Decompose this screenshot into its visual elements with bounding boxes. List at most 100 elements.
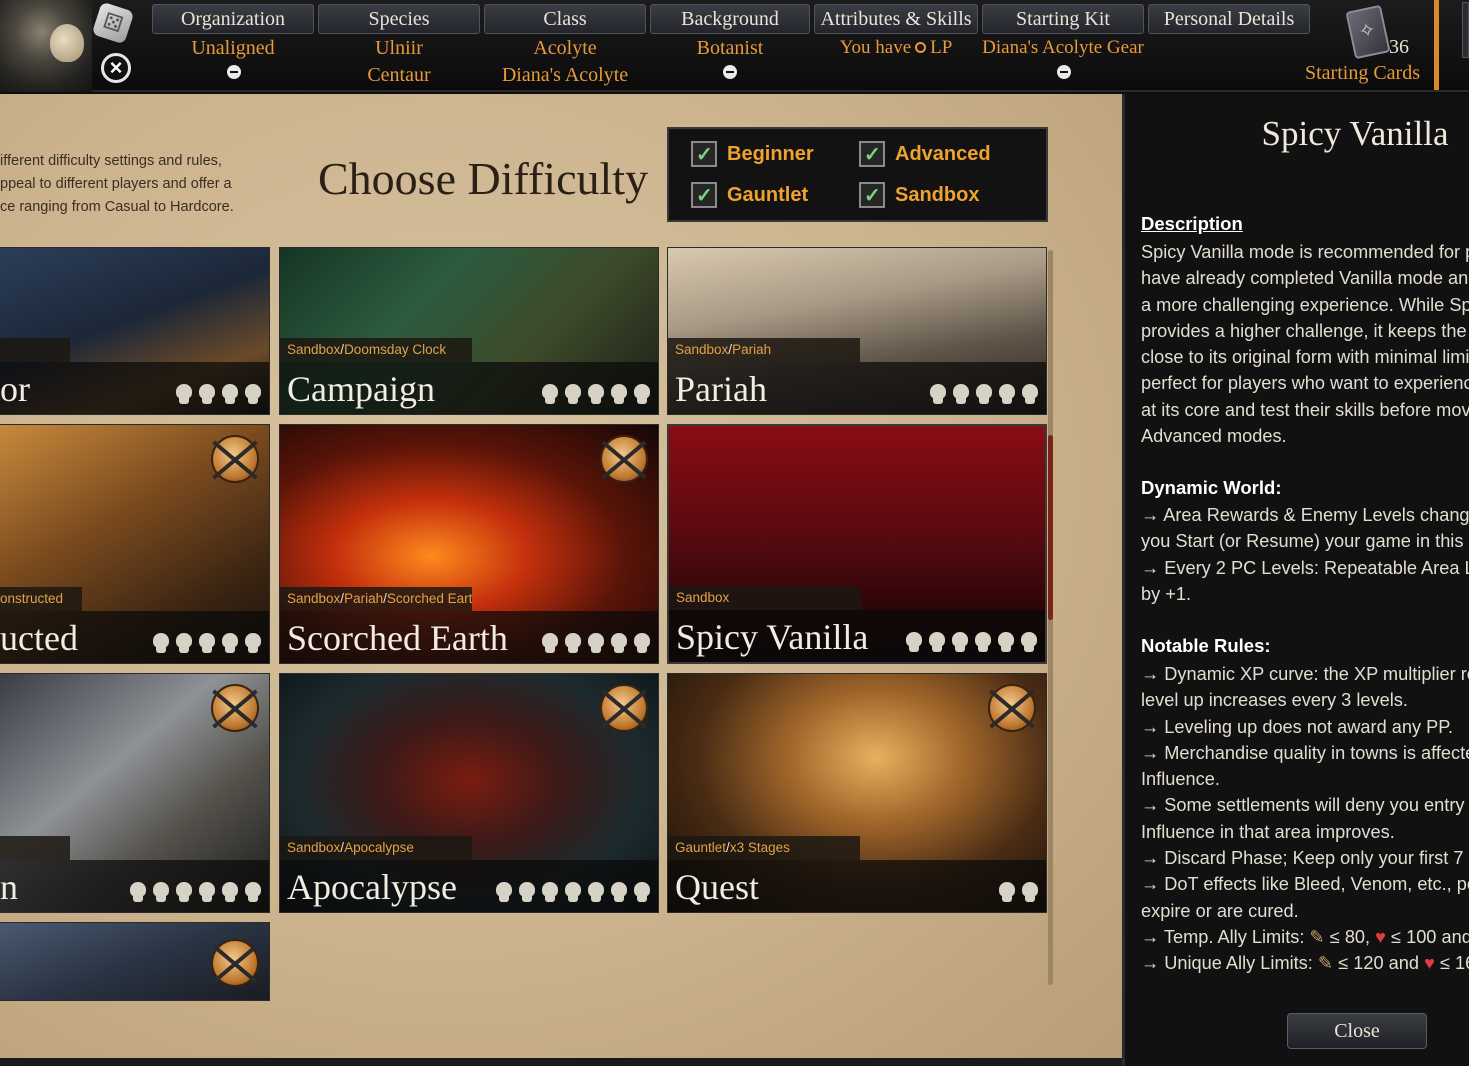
lp-suffix: LP: [930, 37, 953, 58]
card-tag: [0, 836, 70, 860]
skull-icon: [197, 384, 217, 406]
description-heading: Description: [1141, 213, 1243, 234]
tab-background[interactable]: Background: [650, 4, 810, 34]
notable-rules-heading: Notable Rules:: [1141, 635, 1271, 656]
difficulty-card-scorched-earth[interactable]: Sandbox/Pariah/Scorched Earth Scorched E…: [279, 424, 659, 664]
dynamic-line: you Start (or Resume) your game in this …: [1141, 531, 1469, 552]
background-remove-icon[interactable]: [723, 65, 737, 79]
portrait-face: [50, 24, 84, 62]
skull-icon: [197, 633, 217, 655]
difficulty-card-or[interactable]: or: [0, 247, 270, 415]
close-character-creation-button[interactable]: ×: [101, 53, 131, 83]
tab-starting-kit[interactable]: Starting Kit: [982, 4, 1144, 34]
gauntlet-shield-icon: [211, 939, 259, 987]
tab-attributes-skills[interactable]: Attributes & Skills: [814, 4, 978, 34]
description-line: Advanced modes.: [1141, 426, 1287, 447]
skull-icon: [563, 882, 583, 904]
card-name: Campaign: [287, 369, 435, 409]
skull-icon: [996, 632, 1016, 654]
dynamic-line: by +1.: [1141, 583, 1192, 604]
difficulty-card-ucted[interactable]: onstructed ucted: [0, 424, 270, 664]
card-tag: [0, 338, 70, 362]
description-line: Spicy Vanilla mode is recommended for pl…: [1141, 242, 1469, 262]
card-skulls: [494, 882, 652, 904]
skull-icon: [151, 882, 171, 904]
difficulty-card-apocalypse[interactable]: Sandbox/Apocalypse Apocalypse: [279, 673, 659, 913]
skull-icon: [517, 882, 537, 904]
skull-icon: [609, 882, 629, 904]
rule-line: Influence in that area improves.: [1141, 821, 1395, 842]
filter-advanced[interactable]: Advanced: [859, 141, 991, 167]
deck-cards-icon[interactable]: [1345, 4, 1391, 60]
skull-icon: [950, 632, 970, 654]
difficulty-filters: Beginner Advanced Gauntlet Sandbox: [667, 127, 1048, 222]
checkbox-sandbox[interactable]: [859, 182, 885, 208]
page-title: Choose Difficulty: [318, 153, 649, 204]
skull-icon: [904, 632, 924, 654]
filter-label: Gauntlet: [727, 183, 809, 206]
difficulty-card-n[interactable]: n: [0, 673, 270, 913]
skull-icon: [609, 384, 629, 406]
randomize-dice-icon[interactable]: ⚄: [91, 1, 135, 45]
background-value: Botanist: [696, 37, 764, 59]
filter-beginner[interactable]: Beginner: [691, 141, 814, 167]
card-skulls: [174, 384, 263, 406]
class-subvalue: Diana's Acolyte: [501, 64, 629, 86]
skull-icon: [174, 633, 194, 655]
organization-remove-icon[interactable]: [227, 65, 241, 79]
unique-ally-feather-limit: ≤ 120 and: [1338, 953, 1419, 974]
card-name: Scorched Earth: [287, 618, 508, 658]
dynamic-world-heading: Dynamic World:: [1141, 477, 1282, 498]
next-tab-stub[interactable]: [1462, 2, 1469, 58]
difficulty-card-campaign[interactable]: Sandbox/Doomsday Clock Campaign: [279, 247, 659, 415]
close-button[interactable]: Close: [1287, 1013, 1427, 1049]
checkbox-beginner[interactable]: [691, 141, 717, 167]
skull-icon: [540, 882, 560, 904]
starting-kit-remove-icon[interactable]: [1057, 65, 1071, 79]
character-portrait[interactable]: [0, 0, 92, 92]
starting-cards-label[interactable]: Starting Cards: [1305, 62, 1420, 85]
skull-icon: [540, 384, 560, 406]
tab-species[interactable]: Species: [318, 4, 480, 34]
checkbox-advanced[interactable]: [859, 141, 885, 167]
card-name: ucted: [0, 618, 78, 658]
intro-line: ce ranging from Casual to Hardcore.: [0, 199, 234, 215]
dynamic-line: → Area Rewards & Enemy Levels change eve: [1141, 505, 1469, 525]
filter-sandbox[interactable]: Sandbox: [859, 182, 979, 208]
lp-prefix: You have: [839, 37, 912, 58]
tab-class[interactable]: Class: [484, 4, 646, 34]
skull-icon: [243, 882, 263, 904]
cards-scrollbar[interactable]: [1048, 250, 1053, 985]
card-tag: Sandbox/Pariah: [668, 338, 860, 362]
difficulty-card-pariah[interactable]: Sandbox/Pariah Pariah: [667, 247, 1047, 415]
intro-line: ifferent difficulty settings and rules,: [0, 153, 222, 169]
tab-personal-details[interactable]: Personal Details: [1148, 4, 1310, 34]
skull-icon: [632, 882, 652, 904]
skull-icon: [220, 384, 240, 406]
starting-cards-count: 36: [1389, 36, 1409, 58]
checkbox-gauntlet[interactable]: [691, 182, 717, 208]
difficulty-card-partial[interactable]: [0, 922, 270, 1001]
scrollbar-thumb[interactable]: [1048, 435, 1053, 620]
skull-icon: [1020, 384, 1040, 406]
card-name: Pariah: [675, 369, 767, 409]
difficulty-card-quest[interactable]: Gauntlet/x3 Stages Quest: [667, 673, 1047, 913]
skull-icon: [974, 384, 994, 406]
skull-icon: [997, 384, 1017, 406]
dynamic-world-text: → Area Rewards & Enemy Levels change eve…: [1141, 502, 1469, 607]
gauntlet-shield-icon: [600, 684, 648, 732]
difficulty-card-spicy-vanilla[interactable]: Sandbox Spicy Vanilla: [667, 424, 1047, 664]
description-line: provides a higher challenge, it keeps th…: [1141, 320, 1469, 341]
filter-gauntlet[interactable]: Gauntlet: [691, 182, 808, 208]
gauntlet-shield-icon: [211, 684, 259, 732]
tab-organization[interactable]: Organization: [152, 4, 314, 34]
filter-label: Advanced: [895, 142, 991, 165]
gauntlet-shield-icon: [988, 684, 1036, 732]
description-line: at its core and test their skills before…: [1141, 399, 1469, 420]
skull-icon: [1020, 882, 1040, 904]
skull-icon: [243, 633, 263, 655]
lp-value: You have LP: [814, 37, 978, 59]
card-skulls: [997, 882, 1040, 904]
gauntlet-shield-icon: [211, 435, 259, 483]
skull-icon: [128, 882, 148, 904]
